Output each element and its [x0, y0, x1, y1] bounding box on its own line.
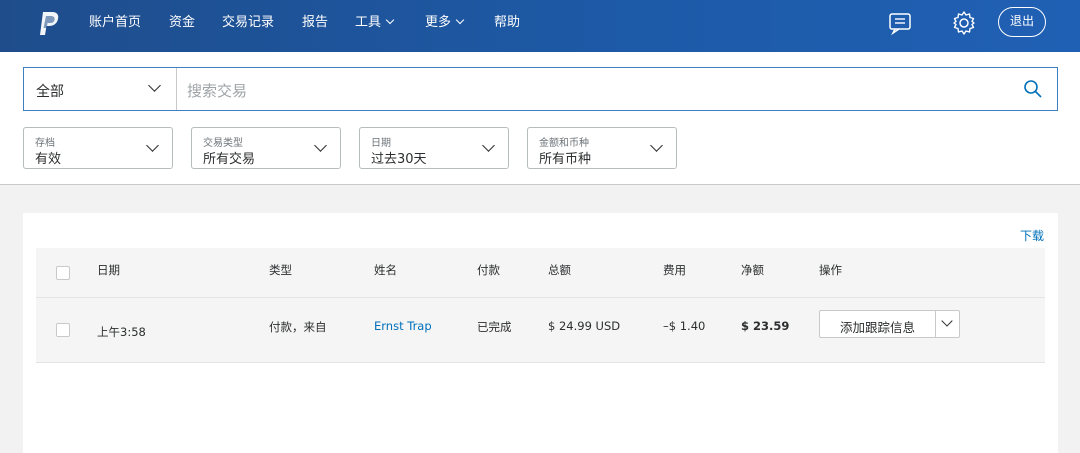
column-header-gross[interactable]: 总额: [548, 262, 571, 278]
column-header-type[interactable]: 类型: [269, 262, 292, 278]
cell-date: 上午3:58: [97, 325, 146, 339]
filter-value: 有效: [35, 152, 62, 167]
filter-amount-currency-dropdown[interactable]: 金额和币种 所有币种: [527, 127, 677, 169]
nav-label: 报告: [302, 15, 329, 30]
chevron-down-icon: [146, 139, 159, 152]
chevron-down-icon: [482, 139, 495, 152]
chevron-down-icon: [455, 15, 465, 25]
filter-value: 所有交易: [203, 152, 256, 167]
column-header-date[interactable]: 日期: [97, 262, 120, 278]
cell-net: $ 23.59: [741, 319, 790, 333]
filter-bar: 全部 搜索交易 存档 有效 交易类型 所有交易 日期 过去30天 金额和币种 所…: [0, 52, 1080, 185]
filter-label: 存档: [35, 138, 55, 149]
nav-label: 帮助: [494, 15, 521, 30]
cell-gross: $ 24.99 USD: [548, 319, 621, 333]
download-link[interactable]: 下载: [1020, 227, 1044, 244]
nav-help[interactable]: 帮助: [494, 15, 520, 31]
table-header: 日期 类型 姓名 付款 总额 费用 净额 操作: [36, 248, 1045, 298]
filter-label: 金额和币种: [539, 138, 589, 149]
filter-label: 交易类型: [203, 138, 243, 149]
row-checkbox[interactable]: [56, 323, 70, 337]
chevron-down-icon: [650, 139, 663, 152]
cell-fee: –$ 1.40: [663, 319, 706, 333]
search-scope-dropdown[interactable]: 全部: [24, 68, 177, 110]
nav-label: 账户首页: [89, 15, 142, 30]
add-tracking-label: 添加跟踪信息: [839, 320, 915, 335]
nav-label: 工具: [355, 15, 382, 30]
transactions-card: 下载 日期 类型 姓名 付款 总额 费用 净额 操作 上午3:58 付款，来自 …: [23, 213, 1058, 453]
nav-label: 更多: [425, 15, 452, 30]
column-header-fee[interactable]: 费用: [663, 262, 686, 278]
cell-status: 已完成: [477, 320, 512, 334]
nav-tools[interactable]: 工具: [355, 15, 395, 31]
column-header-payment[interactable]: 付款: [477, 262, 500, 278]
gear-icon[interactable]: [951, 10, 977, 36]
column-header-actions: 操作: [819, 263, 842, 277]
paypal-logo-icon[interactable]: [38, 11, 60, 37]
search-input[interactable]: 搜索交易: [187, 80, 247, 101]
filter-archive-dropdown[interactable]: 存档 有效: [23, 127, 173, 169]
column-header-net[interactable]: 净额: [741, 262, 764, 278]
filter-value: 所有币种: [539, 152, 592, 167]
nav-label: 交易记录: [222, 15, 275, 30]
column-header-name[interactable]: 姓名: [374, 262, 397, 278]
nav-more[interactable]: 更多: [425, 15, 465, 31]
chevron-down-icon: [314, 139, 327, 152]
filter-date-dropdown[interactable]: 日期 过去30天: [359, 127, 509, 169]
search-box: 全部 搜索交易: [23, 67, 1058, 111]
filter-value: 过去30天: [371, 152, 427, 167]
nav-money[interactable]: 资金: [169, 15, 195, 31]
nav-activity[interactable]: 交易记录: [222, 15, 274, 31]
table-row[interactable]: 上午3:58 付款，来自 Ernst Trap 已完成 $ 24.99 USD …: [36, 298, 1045, 363]
cell-type: 付款，来自: [269, 320, 327, 334]
filter-transaction-type-dropdown[interactable]: 交易类型 所有交易: [191, 127, 341, 169]
cell-name-link[interactable]: Ernst Trap: [374, 319, 432, 333]
chevron-down-icon: [148, 79, 161, 92]
select-all-checkbox[interactable]: [56, 266, 70, 280]
logout-button[interactable]: 退出: [998, 7, 1046, 37]
nav-reports[interactable]: 报告: [302, 15, 328, 31]
chevron-down-icon[interactable]: [941, 315, 953, 327]
nav-label: 资金: [169, 15, 196, 30]
message-icon[interactable]: [887, 10, 913, 36]
divider: [935, 311, 936, 337]
add-tracking-button[interactable]: 添加跟踪信息: [819, 310, 960, 338]
search-icon[interactable]: [1023, 79, 1043, 99]
filter-label: 日期: [371, 138, 391, 149]
chevron-down-icon: [385, 15, 395, 25]
top-navigation: 账户首页 资金 交易记录 报告 工具 更多 帮助 退出: [0, 0, 1080, 52]
nav-account-home[interactable]: 账户首页: [89, 15, 141, 31]
search-scope-label: 全部: [36, 84, 64, 100]
